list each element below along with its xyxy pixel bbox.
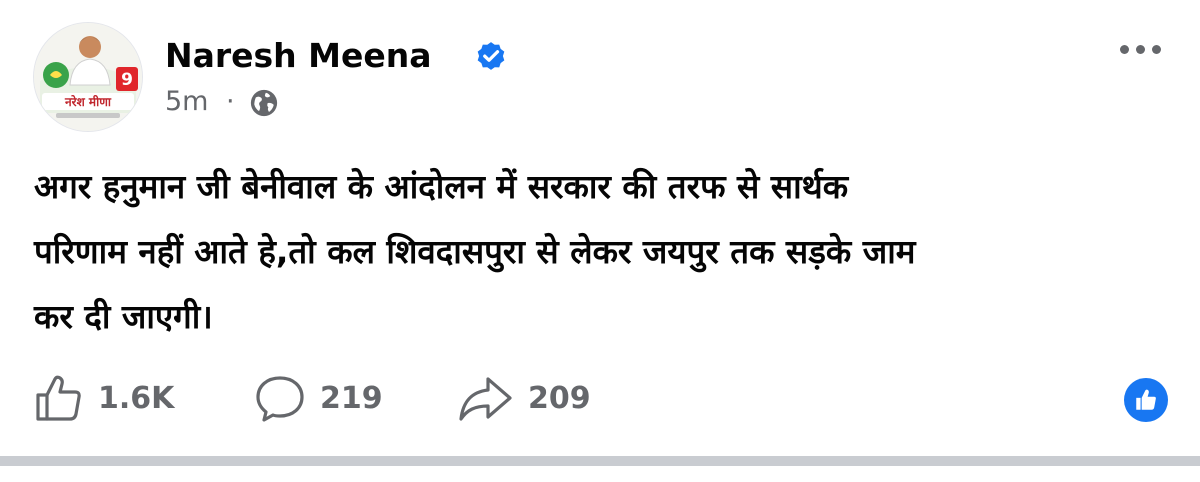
comment-button[interactable]: 219 <box>254 372 383 424</box>
next-post-area <box>0 466 1200 482</box>
like-reaction-icon <box>1136 389 1156 410</box>
comment-count: 219 <box>320 380 383 416</box>
avatar-number: 9 <box>121 70 133 90</box>
share-count: 209 <box>528 380 591 416</box>
share-icon <box>459 377 512 421</box>
feed-divider <box>0 456 1200 466</box>
post-card: 9 नरेश मीणा Naresh Meena 5m · अगर हनुमान… <box>0 0 1200 456</box>
share-button[interactable]: 209 <box>458 372 591 424</box>
more-options-button[interactable] <box>1112 34 1168 64</box>
avatar-caption: नरेश मीणा <box>64 95 112 109</box>
like-button[interactable]: 1.6K <box>34 372 174 424</box>
globe-icon[interactable] <box>249 88 279 118</box>
more-options-icon <box>1120 45 1129 54</box>
author-avatar[interactable]: 9 नरेश मीणा <box>33 22 143 132</box>
comment-icon <box>256 376 304 422</box>
post-text: अगर हनुमान जी बेनीवाल के आंदोलन में सरका… <box>34 154 1164 349</box>
post-text-line: कर दी जाएगी। <box>34 297 213 336</box>
author-name[interactable]: Naresh Meena <box>165 36 432 76</box>
post-text-line: परिणाम नहीं आते हे,तो कल शिवदासपुरा से ल… <box>34 232 916 271</box>
more-options-icon <box>1136 45 1145 54</box>
verified-badge-icon <box>477 42 505 70</box>
avatar-image: 9 नरेश मीणा <box>34 23 142 131</box>
meta-separator: · <box>226 86 235 117</box>
like-reaction-badge[interactable] <box>1124 378 1168 422</box>
post-text-line: अगर हनुमान जी बेनीवाल के आंदोलन में सरका… <box>34 167 849 206</box>
post-time[interactable]: 5m <box>165 86 208 118</box>
like-icon <box>36 375 81 421</box>
like-count: 1.6K <box>98 380 175 416</box>
more-options-icon <box>1152 45 1161 54</box>
